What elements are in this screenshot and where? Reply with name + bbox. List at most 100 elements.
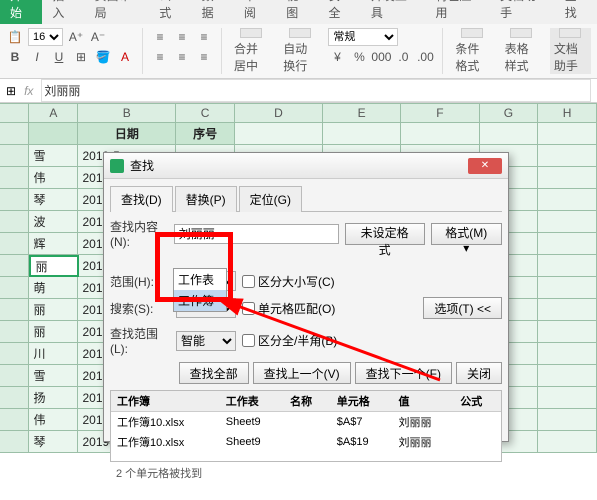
row-header[interactable] [0, 189, 29, 211]
align-top-icon[interactable]: ≡ [151, 28, 169, 46]
tab-replace[interactable]: 替换(P) [175, 186, 237, 212]
tab-dev[interactable]: 开发工具 [361, 0, 426, 24]
close-button[interactable]: 关闭 [456, 362, 502, 384]
wrap-group[interactable]: 自动换行 [279, 28, 320, 74]
cell[interactable] [480, 123, 539, 145]
col-header[interactable]: B [78, 103, 176, 123]
doc-helper-group[interactable]: 文档助手 [550, 28, 591, 74]
find-content-input[interactable] [174, 224, 339, 244]
cell[interactable]: 波 [29, 211, 78, 233]
cell[interactable] [538, 299, 597, 321]
cell[interactable] [538, 255, 597, 277]
tab-goto[interactable]: 定位(G) [239, 186, 302, 212]
cell[interactable]: 伟 [29, 167, 78, 189]
row-header[interactable] [0, 145, 29, 167]
tab-formula[interactable]: 公式 [149, 0, 191, 24]
col-formula[interactable]: 公式 [454, 391, 501, 412]
decrease-font-icon[interactable]: A⁻ [89, 28, 107, 46]
cell[interactable]: 辉 [29, 233, 78, 255]
row-header[interactable] [0, 387, 29, 409]
dec-inc-icon[interactable]: .0 [394, 48, 412, 66]
col-header[interactable]: A [29, 103, 78, 123]
cell[interactable] [538, 431, 597, 453]
cell[interactable]: 序号 [176, 123, 235, 145]
row-header[interactable] [0, 211, 29, 233]
cond-format-group[interactable]: 条件格式 [451, 28, 492, 74]
cell[interactable] [29, 123, 78, 145]
font-size-select[interactable]: 16 [28, 28, 63, 46]
row-header[interactable] [0, 255, 29, 277]
row-header[interactable] [0, 299, 29, 321]
cell[interactable] [538, 123, 597, 145]
border-icon[interactable]: ⊞ [72, 48, 90, 66]
col-name[interactable]: 名称 [284, 391, 331, 412]
align-center-icon[interactable]: ≡ [173, 48, 191, 66]
cell[interactable] [538, 167, 597, 189]
merge-group[interactable]: 合并居中 [230, 28, 271, 74]
increase-font-icon[interactable]: A⁺ [67, 28, 85, 46]
cell[interactable]: 丽 [29, 299, 78, 321]
cell[interactable] [538, 321, 597, 343]
cell[interactable] [538, 189, 597, 211]
cell[interactable]: 扬 [29, 387, 78, 409]
cell[interactable]: 日期 [78, 123, 176, 145]
dropdown-option[interactable]: 工作表 [174, 269, 226, 290]
tab-layout[interactable]: 页面布局 [85, 0, 150, 24]
tab-review[interactable]: 审阅 [234, 0, 276, 24]
tab-find[interactable]: 查找 [555, 0, 597, 24]
result-row[interactable]: 工作簿10.xlsxSheet9$A$7刘丽丽 [111, 412, 501, 433]
col-header[interactable]: D [235, 103, 323, 123]
cell[interactable] [538, 277, 597, 299]
cell[interactable] [401, 123, 479, 145]
align-left-icon[interactable]: ≡ [151, 48, 169, 66]
col-cell[interactable]: 单元格 [331, 391, 393, 412]
cell[interactable]: 伟 [29, 409, 78, 431]
table-style-group[interactable]: 表格样式 [501, 28, 542, 74]
find-prev-button[interactable]: 查找上一个(V) [253, 362, 351, 384]
tab-security[interactable]: 安全 [319, 0, 361, 24]
cell[interactable]: 丽 [29, 255, 78, 277]
row-header[interactable] [0, 409, 29, 431]
dec-dec-icon[interactable]: .00 [416, 48, 434, 66]
percent-icon[interactable]: % [350, 48, 368, 66]
cell[interactable] [323, 123, 401, 145]
comma-icon[interactable]: 000 [372, 48, 390, 66]
cell[interactable]: 川 [29, 343, 78, 365]
results-table[interactable]: 工作簿 工作表 名称 单元格 值 公式 工作簿10.xlsxSheet9$A$7… [110, 390, 502, 462]
format-button[interactable]: 格式(M) ▾ [431, 223, 502, 245]
cell[interactable] [538, 145, 597, 167]
formula-input[interactable]: 刘丽丽 [41, 79, 591, 102]
fill-color-icon[interactable]: 🪣 [94, 48, 112, 66]
currency-icon[interactable]: ¥ [328, 48, 346, 66]
row-header[interactable] [0, 277, 29, 299]
col-header[interactable]: C [176, 103, 235, 123]
width-checkbox[interactable] [242, 334, 255, 347]
number-format-select[interactable]: 常规 [328, 28, 398, 46]
col-worksheet[interactable]: 工作表 [220, 391, 284, 412]
row-header[interactable] [0, 365, 29, 387]
cell[interactable] [538, 409, 597, 431]
col-header[interactable]: F [401, 103, 479, 123]
cell[interactable] [538, 365, 597, 387]
cellmatch-checkbox[interactable] [242, 302, 255, 315]
select-all-cell[interactable] [0, 103, 29, 123]
cell[interactable] [538, 343, 597, 365]
col-header[interactable]: E [323, 103, 401, 123]
no-format-button[interactable]: 未设定格式 [345, 223, 425, 245]
tab-special[interactable]: 特色应用 [425, 0, 490, 24]
dialog-titlebar[interactable]: 查找 ✕ [104, 153, 508, 179]
tab-home[interactable]: 开始 [0, 0, 42, 24]
cell[interactable] [538, 233, 597, 255]
result-row[interactable]: 工作簿10.xlsxSheet9$A$19刘丽丽 [111, 432, 501, 452]
cell[interactable] [538, 211, 597, 233]
underline-icon[interactable]: U [50, 48, 68, 66]
row-header[interactable] [0, 431, 29, 453]
row-header[interactable] [0, 123, 29, 145]
col-workbook[interactable]: 工作簿 [111, 391, 220, 412]
font-color-icon[interactable]: A [116, 48, 134, 66]
cell[interactable]: 雪 [29, 365, 78, 387]
row-header[interactable] [0, 167, 29, 189]
cell-indicator-icon[interactable]: ⊞ [6, 84, 16, 98]
italic-icon[interactable]: I [28, 48, 46, 66]
close-icon[interactable]: ✕ [468, 158, 502, 174]
